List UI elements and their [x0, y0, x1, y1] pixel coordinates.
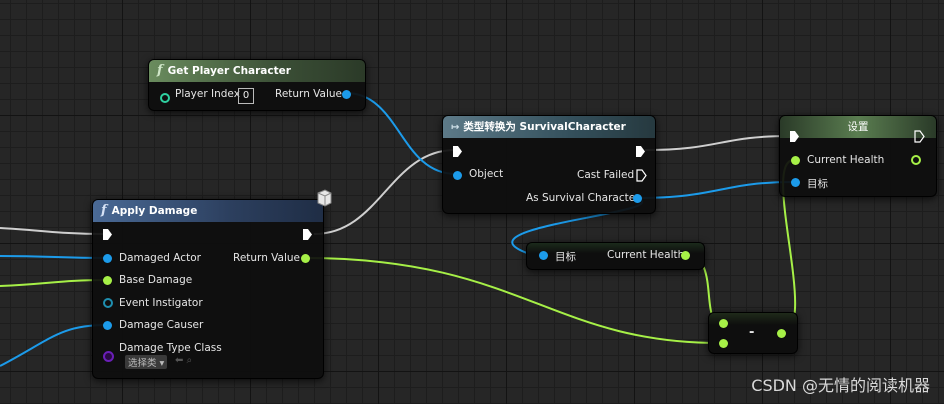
pin-label: Return Value — [233, 252, 301, 264]
exec-wire — [0, 227, 105, 235]
pin-label: As Survival Character — [526, 192, 640, 204]
operator-label: - — [749, 325, 755, 340]
apply-damage-node[interactable]: f Apply Damage Damaged Actor Return Value… — [92, 189, 332, 379]
function-icon: f — [157, 63, 163, 78]
pin-label: Event Instigator — [119, 297, 203, 309]
target-pin[interactable] — [539, 251, 548, 260]
node-title: 类型转换为 SurvivalCharacter — [463, 121, 626, 133]
pin-label: Return Value — [275, 88, 343, 100]
object-wire — [0, 324, 107, 367]
exec-wire — [644, 135, 791, 151]
exec-out-pin[interactable] — [914, 130, 925, 143]
subtract-float-node[interactable]: - — [708, 312, 798, 354]
exec-in-pin[interactable] — [103, 229, 112, 240]
current-health-pin[interactable] — [681, 251, 690, 260]
pin-label: Object — [469, 168, 504, 180]
pin-label: Cast Failed — [577, 169, 635, 181]
damaged-actor-pin[interactable] — [103, 254, 112, 263]
current-health-out-pin[interactable] — [911, 155, 921, 165]
exec-wire — [313, 149, 456, 235]
pin-label: Player Index — [175, 88, 240, 100]
node-title: Apply Damage — [111, 205, 198, 217]
watermark: CSDN @无情的阅读机器 — [751, 376, 930, 395]
as-survival-character-pin[interactable] — [633, 194, 642, 203]
node-header: ↦ 类型转换为 SurvivalCharacter — [443, 116, 655, 138]
node-header: 设置 — [780, 116, 936, 138]
result-pin[interactable] — [777, 329, 786, 338]
dropdown-value: 选择类 — [128, 358, 157, 369]
pin-label: Damage Type Class — [119, 342, 222, 354]
pin-label: 目标 — [807, 178, 828, 190]
player-index-input[interactable]: 0 — [238, 88, 254, 104]
object-wire — [635, 181, 795, 199]
blueprint-graph-canvas[interactable]: f Get Player Character Player Index 0 Ret… — [0, 0, 944, 404]
event-instigator-pin[interactable] — [103, 298, 113, 308]
float-wire — [304, 257, 721, 344]
return-value-pin[interactable] — [301, 254, 310, 263]
exec-out-pin[interactable] — [303, 229, 312, 240]
pin-label: Current Health — [807, 154, 885, 166]
pin-label: 目标 — [555, 251, 576, 263]
return-value-pin[interactable] — [342, 90, 351, 99]
target-pin[interactable] — [791, 178, 800, 187]
node-title: 设置 — [847, 121, 869, 133]
network-cube-icon — [317, 189, 332, 207]
pin-label: Damaged Actor — [119, 252, 201, 264]
object-wire — [0, 255, 107, 259]
float-wire — [0, 279, 107, 287]
current-health-in-pin[interactable] — [791, 156, 800, 165]
pin-label: Base Damage — [119, 274, 193, 286]
a-pin[interactable] — [719, 319, 728, 328]
object-pin[interactable] — [453, 171, 462, 180]
pin-label: Current Health — [607, 249, 685, 261]
exec-out-pin[interactable] — [636, 146, 645, 157]
damage-causer-pin[interactable] — [103, 321, 112, 330]
cast-failed-pin[interactable] — [636, 169, 647, 182]
function-icon: f — [101, 203, 107, 218]
node-header: f Apply Damage — [93, 200, 323, 222]
get-player-character-node[interactable]: f Get Player Character Player Index 0 Ret… — [148, 59, 366, 111]
select-class-dropdown[interactable]: 选择类 ▾ — [125, 355, 168, 369]
damage-type-class-pin[interactable] — [103, 351, 114, 362]
browse-icon[interactable]: ⬅ ⌕ — [175, 355, 192, 366]
player-index-pin[interactable] — [160, 93, 170, 103]
cast-arrow-icon: ↦ — [451, 122, 460, 133]
cast-to-survival-character-node[interactable]: ↦ 类型转换为 SurvivalCharacter Object Cast Fai… — [442, 115, 656, 214]
pin-label: Damage Causer — [119, 319, 204, 331]
exec-in-pin[interactable] — [453, 146, 462, 157]
node-title: Get Player Character — [167, 65, 291, 77]
get-current-health-node[interactable]: 目标 Current Health — [526, 242, 705, 270]
node-header: f Get Player Character — [149, 60, 365, 82]
set-current-health-node[interactable]: 设置 Current Health 目标 — [779, 115, 937, 197]
b-pin[interactable] — [719, 339, 728, 348]
base-damage-pin[interactable] — [103, 276, 112, 285]
